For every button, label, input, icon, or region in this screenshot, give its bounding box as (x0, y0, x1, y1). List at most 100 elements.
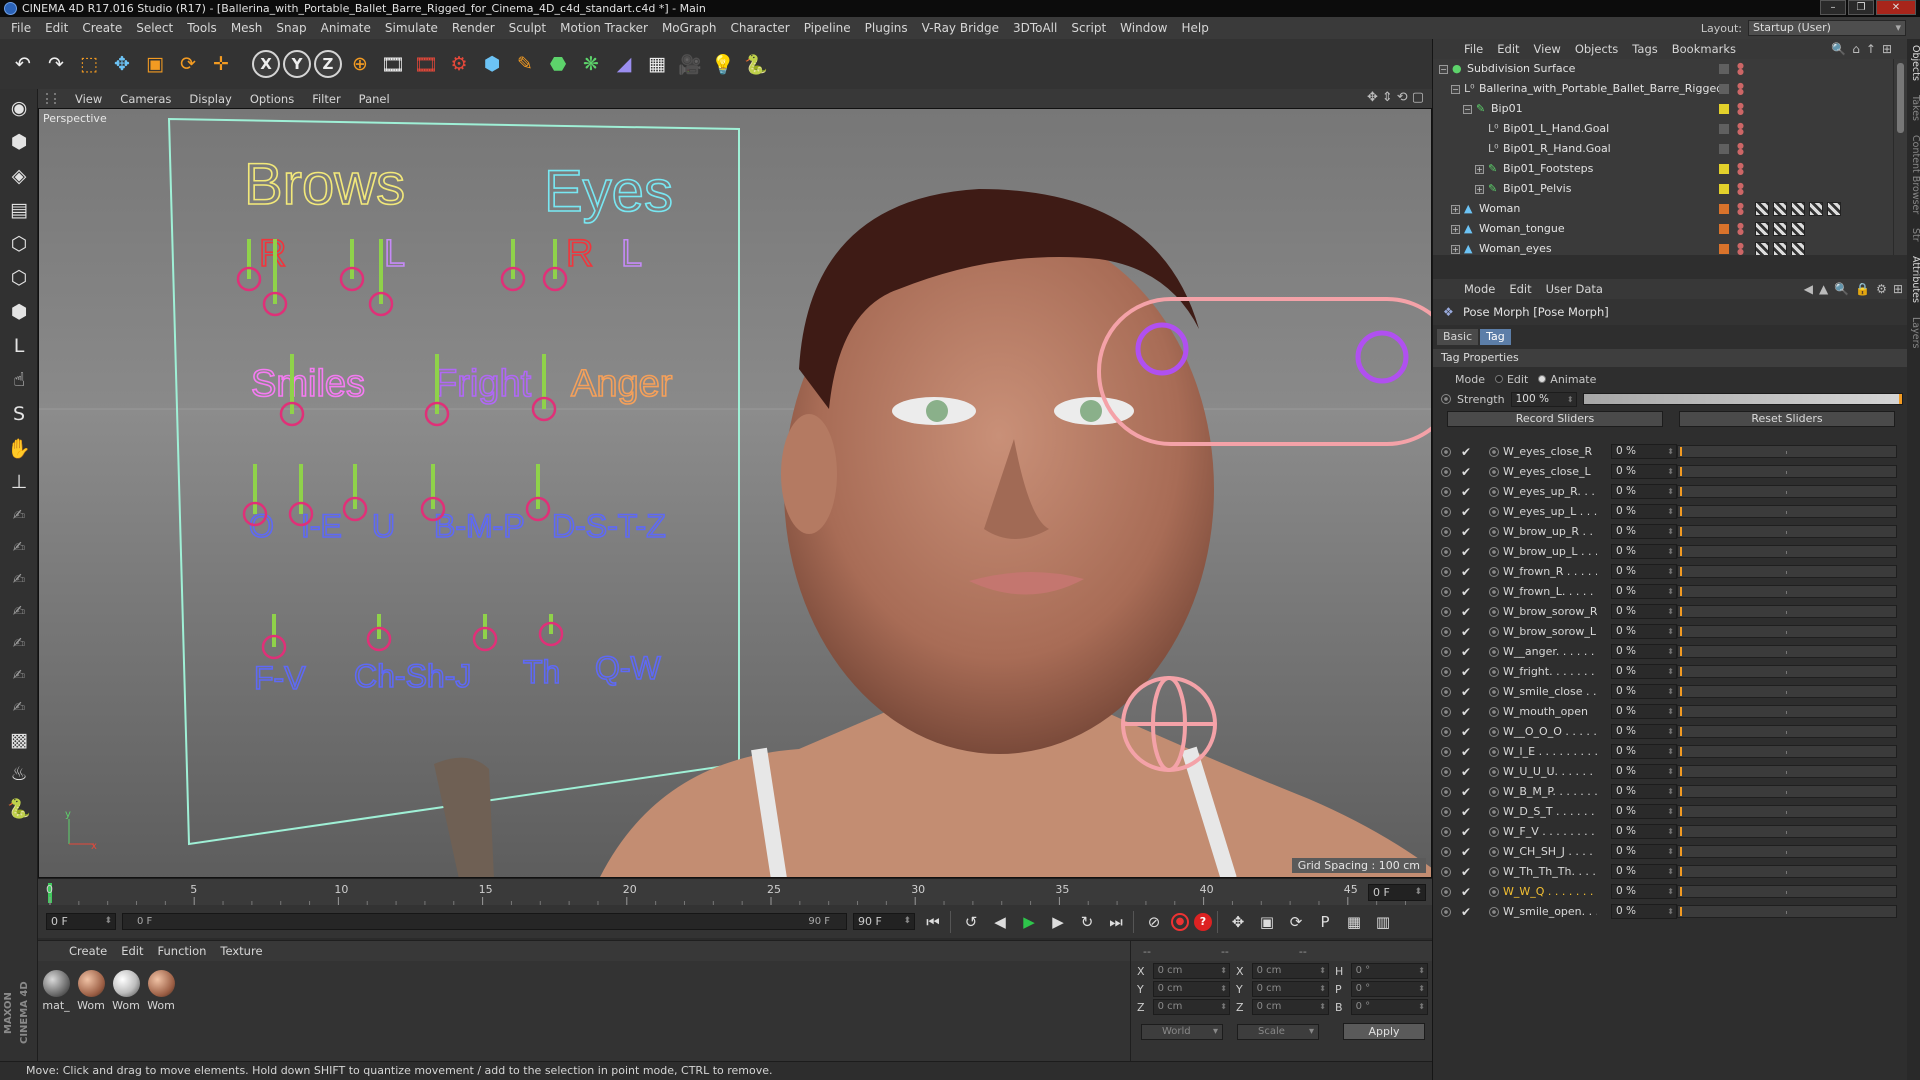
morph-value-field[interactable]: 0 % (1611, 644, 1677, 659)
paint-icon[interactable]: ♨ (2, 759, 36, 789)
animate-param-icon[interactable] (1441, 607, 1451, 617)
position-field[interactable]: 0 cm (1152, 999, 1230, 1015)
layer-color-icon[interactable] (1719, 204, 1729, 214)
morph-key-icon[interactable] (1489, 747, 1499, 757)
morph-strength-slider[interactable] (1677, 485, 1897, 498)
viewport-menu-view[interactable]: View (66, 92, 111, 106)
dolly-icon[interactable]: ⇕ (1382, 90, 1393, 105)
material-item[interactable]: Wom (77, 970, 105, 1012)
morph-value-field[interactable]: 0 % (1611, 524, 1677, 539)
morph-enabled-checkbox[interactable]: ✔ (1461, 562, 1471, 582)
morph-key-icon[interactable] (1489, 707, 1499, 717)
object-name[interactable]: Bip01_Footsteps (1503, 159, 1593, 179)
morph-enabled-checkbox[interactable]: ✔ (1461, 522, 1471, 542)
menu-script[interactable]: Script (1064, 21, 1113, 35)
morph-key-icon[interactable] (1489, 587, 1499, 597)
cube-icon[interactable]: ⬢ (477, 48, 507, 80)
object-name[interactable]: Woman_tongue (1479, 219, 1565, 239)
material-menu-function[interactable]: Function (151, 944, 214, 958)
size-field[interactable]: 0 cm (1251, 999, 1329, 1015)
forward-icon[interactable]: ▲ (1819, 282, 1828, 296)
morph-enabled-checkbox[interactable]: ✔ (1461, 782, 1471, 802)
points-mode-icon[interactable]: ⬡ (2, 229, 36, 259)
morph-value-field[interactable]: 0 % (1611, 464, 1677, 479)
transform-icon[interactable]: ✛ (206, 48, 236, 80)
visibility-dots-icon[interactable]: ● ● (1737, 102, 1744, 116)
morph-strength-slider[interactable] (1677, 845, 1897, 858)
morph-enabled-checkbox[interactable]: ✔ (1461, 582, 1471, 602)
tab-tag[interactable]: Tag (1480, 329, 1511, 345)
visibility-dots-icon[interactable]: ● ● (1737, 82, 1744, 96)
layer-color-icon[interactable] (1719, 64, 1729, 74)
layer-color-icon[interactable] (1719, 184, 1729, 194)
layout-dropdown[interactable]: Startup (User) (1748, 20, 1906, 36)
rotation-field[interactable]: 0 ° (1350, 999, 1428, 1015)
close-button[interactable]: ✕ (1876, 0, 1916, 15)
key-scale-icon[interactable]: ▣ (1255, 910, 1279, 934)
magnet-icon[interactable]: ✋ (2, 433, 36, 463)
face-slider[interactable] (500, 239, 526, 292)
search-icon[interactable]: 🔍 (1831, 42, 1846, 56)
morph-strength-slider[interactable] (1677, 905, 1897, 918)
morph-enabled-checkbox[interactable]: ✔ (1461, 662, 1471, 682)
object-row[interactable]: − ✎ Bip01 ● ● (1433, 99, 1893, 119)
radio-icon[interactable] (1538, 374, 1547, 383)
position-field[interactable]: 0 cm (1152, 963, 1230, 979)
morph-value-field[interactable]: 0 % (1611, 504, 1677, 519)
home-icon[interactable]: ⌂ (1852, 42, 1860, 56)
morph-enabled-checkbox[interactable]: ✔ (1461, 502, 1471, 522)
locked-workplane-icon[interactable]: ⊥ (2, 467, 36, 497)
morph-key-icon[interactable] (1489, 767, 1499, 777)
morph-key-icon[interactable] (1489, 807, 1499, 817)
axis-x-lock-button[interactable]: X (252, 50, 280, 78)
morph-value-field[interactable]: 0 % (1611, 864, 1677, 879)
morph-strength-slider[interactable] (1677, 825, 1897, 838)
visibility-dots-icon[interactable]: ● ● (1737, 202, 1744, 216)
face-slider[interactable] (236, 239, 262, 292)
object-tree-scrollbar[interactable] (1893, 59, 1907, 255)
visibility-dots-icon[interactable]: ● ● (1737, 162, 1744, 176)
expand-toggle-icon[interactable]: − (1439, 65, 1448, 74)
menu-edit[interactable]: Edit (38, 21, 75, 35)
menu-select[interactable]: Select (129, 21, 180, 35)
morph-strength-slider[interactable] (1677, 585, 1897, 598)
morph-strength-slider[interactable] (1677, 445, 1897, 458)
object-row[interactable]: + ▲ Woman ● ● (1433, 199, 1893, 219)
viewport-menu-display[interactable]: Display (180, 92, 240, 106)
face-slider[interactable] (542, 239, 568, 292)
maximize-viewport-icon[interactable]: ▢ (1412, 90, 1424, 105)
brush-icon-5[interactable]: ✍ (2, 629, 36, 657)
object-name[interactable]: Woman_eyes (1479, 239, 1552, 255)
object-row[interactable]: + ✎ Bip01_Pelvis ● ● (1433, 179, 1893, 199)
morph-value-field[interactable]: 0 % (1611, 704, 1677, 719)
tag-icon[interactable] (1827, 202, 1841, 216)
material-preview-icon[interactable] (42, 970, 70, 997)
visibility-dots-icon[interactable]: ● ● (1737, 62, 1744, 76)
key-rotation-icon[interactable]: ⟳ (1284, 910, 1308, 934)
key-position-icon[interactable]: ✥ (1226, 910, 1250, 934)
tag-icon[interactable] (1773, 202, 1787, 216)
morph-enabled-checkbox[interactable]: ✔ (1461, 682, 1471, 702)
orbit-icon[interactable]: ⟲ (1397, 90, 1408, 105)
start-frame-field[interactable]: 0 F (46, 913, 116, 930)
floor-icon[interactable]: ▦ (642, 48, 672, 80)
live-selection-icon[interactable]: ⬚ (74, 48, 104, 80)
object-row[interactable]: + ✎ Bip01_Footsteps ● ● (1433, 159, 1893, 179)
new-panel-icon[interactable]: ⊞ (1893, 282, 1903, 296)
settings-icon[interactable]: ⚙ (1876, 282, 1887, 296)
animate-param-icon[interactable] (1441, 527, 1451, 537)
expand-toggle-icon[interactable]: + (1475, 185, 1484, 194)
python-script-icon[interactable]: 🐍 (2, 793, 36, 823)
animate-param-icon[interactable] (1441, 907, 1451, 917)
morph-strength-slider[interactable] (1677, 725, 1897, 738)
morph-strength-slider[interactable] (1677, 565, 1897, 578)
animate-param-icon[interactable] (1441, 887, 1451, 897)
position-field[interactable]: 0 cm (1152, 981, 1230, 997)
morph-key-icon[interactable] (1489, 727, 1499, 737)
morph-strength-slider[interactable] (1677, 705, 1897, 718)
morph-strength-slider[interactable] (1677, 805, 1897, 818)
viewport-menu-options[interactable]: Options (241, 92, 303, 106)
new-view-icon[interactable]: ⊞ (1882, 42, 1892, 56)
render-view-icon[interactable]: 🎞 (378, 48, 408, 80)
morph-key-icon[interactable] (1489, 527, 1499, 537)
